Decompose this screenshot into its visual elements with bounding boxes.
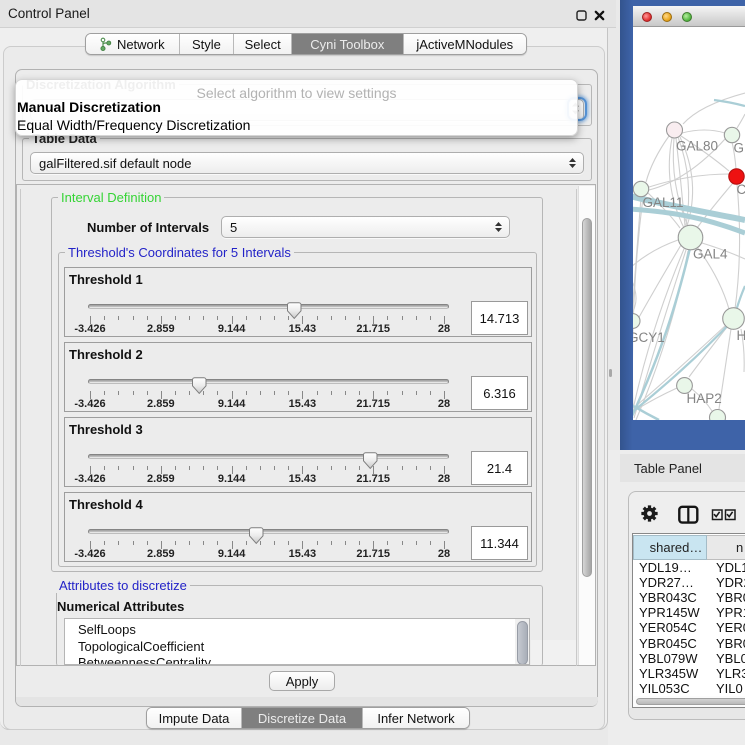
- svg-text:H: H: [737, 328, 745, 343]
- svg-text:GAL80: GAL80: [676, 139, 718, 154]
- svg-text:C: C: [737, 182, 745, 197]
- svg-text:G…: G…: [734, 141, 745, 156]
- svg-text:GAL11: GAL11: [643, 195, 684, 210]
- svg-text:GAL4: GAL4: [693, 247, 728, 262]
- svg-text:GCY1: GCY1: [633, 330, 665, 345]
- svg-text:HAP2: HAP2: [687, 391, 722, 406]
